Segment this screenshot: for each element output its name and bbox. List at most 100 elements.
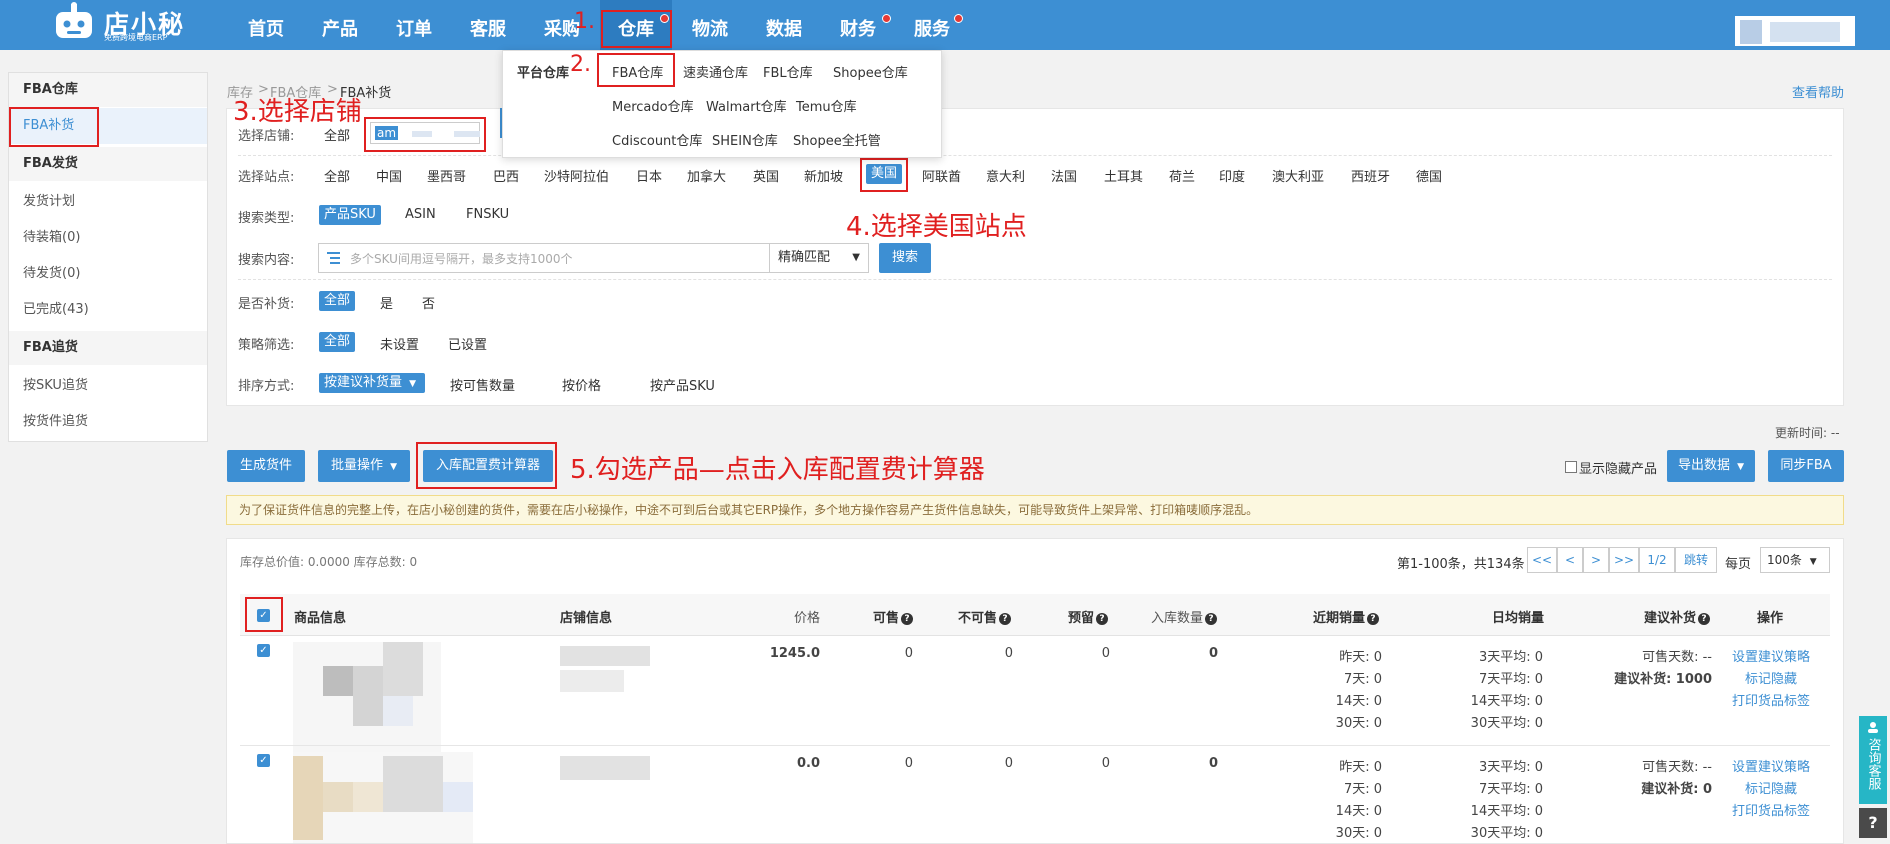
match-mode-select[interactable]: 精确匹配 ▼ bbox=[769, 243, 869, 273]
site-option-uk[interactable]: 英国 bbox=[753, 166, 779, 185]
page-first-button[interactable]: << bbox=[1527, 547, 1557, 573]
sidebar-item-completed[interactable]: 已完成(43) bbox=[9, 292, 207, 328]
help-icon[interactable]: ? bbox=[1698, 613, 1711, 625]
col-recent-sales[interactable]: 近期销量? bbox=[1313, 607, 1380, 626]
sidebar-item-to-pack[interactable]: 待装箱(0) bbox=[9, 220, 207, 256]
page-last-button[interactable]: >> bbox=[1609, 547, 1639, 573]
nav-data[interactable]: 数据 bbox=[756, 0, 812, 50]
site-option-uae[interactable]: 阿联酋 bbox=[922, 166, 961, 185]
strategy-option-set[interactable]: 已设置 bbox=[448, 334, 487, 353]
search-type-fnsku[interactable]: FNSKU bbox=[466, 207, 509, 222]
print-label-link[interactable]: 打印货品标签 bbox=[1732, 800, 1810, 819]
col-reserved[interactable]: 预留? bbox=[1068, 607, 1109, 626]
site-option-spain[interactable]: 西班牙 bbox=[1351, 166, 1390, 185]
mark-hidden-link[interactable]: 标记隐藏 bbox=[1745, 668, 1797, 687]
export-data-button[interactable]: 导出数据 ▼ bbox=[1667, 450, 1755, 482]
site-option-france[interactable]: 法国 bbox=[1051, 166, 1077, 185]
search-button[interactable]: 搜索 bbox=[879, 243, 931, 273]
col-inbound[interactable]: 入库数量? bbox=[1151, 607, 1218, 626]
site-option-china[interactable]: 中国 bbox=[376, 166, 402, 185]
nav-service[interactable]: 客服 bbox=[460, 0, 516, 50]
col-price[interactable]: 价格 bbox=[794, 607, 820, 626]
nav-finance[interactable]: 财务 bbox=[830, 0, 886, 50]
per-page-select[interactable]: 100条 ▼ bbox=[1760, 547, 1830, 573]
help-icon[interactable]: ? bbox=[901, 613, 914, 625]
sort-option-suggest[interactable]: 按建议补货量 ▼ bbox=[319, 373, 425, 393]
print-label-link[interactable]: 打印货品标签 bbox=[1732, 690, 1810, 709]
unsellable-cell: 0 bbox=[1004, 646, 1013, 661]
site-option-india[interactable]: 印度 bbox=[1219, 166, 1245, 185]
search-type-sku[interactable]: 产品SKU bbox=[319, 205, 381, 225]
menu-shopee-full-managed[interactable]: Shopee全托管 bbox=[793, 130, 881, 149]
menu-walmart-warehouse[interactable]: Walmart仓库 bbox=[706, 96, 787, 115]
help-float-button[interactable]: ? bbox=[1859, 808, 1887, 838]
help-icon[interactable]: ? bbox=[1096, 613, 1109, 625]
menu-shein-warehouse[interactable]: SHEIN仓库 bbox=[712, 130, 778, 149]
page-prev-button[interactable]: < bbox=[1557, 547, 1583, 573]
batch-operation-button[interactable]: 批量操作 ▼ bbox=[318, 450, 410, 482]
site-option-australia[interactable]: 澳大利亚 bbox=[1272, 166, 1324, 185]
generate-shipment-button[interactable]: 生成货件 bbox=[227, 450, 305, 482]
menu-shopee-warehouse[interactable]: Shopee仓库 bbox=[833, 62, 908, 81]
col-sellable[interactable]: 可售? bbox=[873, 607, 914, 626]
col-unsellable[interactable]: 不可售? bbox=[958, 607, 1012, 626]
site-option-all[interactable]: 全部 bbox=[324, 166, 350, 185]
mark-hidden-link[interactable]: 标记隐藏 bbox=[1745, 778, 1797, 797]
sort-option-sku[interactable]: 按产品SKU bbox=[650, 375, 715, 394]
help-icon[interactable]: ? bbox=[1205, 613, 1218, 625]
help-icon[interactable]: ? bbox=[999, 613, 1012, 625]
nav-order[interactable]: 订单 bbox=[386, 0, 442, 50]
replenish-option-yes[interactable]: 是 bbox=[380, 293, 393, 312]
help-link[interactable]: 查看帮助 bbox=[1792, 82, 1844, 101]
row-checkbox[interactable]: ✓ bbox=[257, 754, 270, 767]
sidebar-item-track-by-shipment[interactable]: 按货件追货 bbox=[9, 404, 207, 440]
sort-option-price[interactable]: 按价格 bbox=[562, 375, 601, 394]
consult-service-button[interactable]: 咨询客服 bbox=[1859, 716, 1887, 804]
sort-option-sellable[interactable]: 按可售数量 bbox=[450, 375, 515, 394]
set-strategy-link[interactable]: 设置建议策略 bbox=[1732, 756, 1810, 775]
site-option-germany[interactable]: 德国 bbox=[1416, 166, 1442, 185]
nav-home[interactable]: 首页 bbox=[238, 0, 294, 50]
replenish-option-no[interactable]: 否 bbox=[422, 293, 435, 312]
product-image-blurred[interactable] bbox=[293, 752, 473, 844]
search-type-asin[interactable]: ASIN bbox=[405, 207, 436, 222]
row-checkbox[interactable]: ✓ bbox=[257, 644, 270, 657]
set-strategy-link[interactable]: 设置建议策略 bbox=[1732, 646, 1810, 665]
help-icon[interactable]: ? bbox=[1367, 613, 1380, 625]
site-option-netherlands[interactable]: 荷兰 bbox=[1169, 166, 1195, 185]
page-indicator[interactable]: 1/2 bbox=[1639, 547, 1675, 573]
strategy-option-unset[interactable]: 未设置 bbox=[380, 334, 419, 353]
menu-cdiscount-warehouse[interactable]: Cdiscount仓库 bbox=[612, 130, 702, 149]
menu-temu-warehouse[interactable]: Temu仓库 bbox=[796, 96, 857, 115]
col-suggest-replenish[interactable]: 建议补货? bbox=[1644, 607, 1711, 626]
replenish-option-all[interactable]: 全部 bbox=[319, 291, 356, 311]
show-hidden-label[interactable]: 显示隐藏产品 bbox=[1579, 458, 1657, 477]
nav-services[interactable]: 服务 bbox=[904, 0, 960, 50]
menu-fbl-warehouse[interactable]: FBL仓库 bbox=[763, 62, 813, 81]
site-option-japan[interactable]: 日本 bbox=[636, 166, 662, 185]
sidebar-item-shipping-plan[interactable]: 发货计划 bbox=[9, 184, 207, 220]
sidebar-item-to-ship[interactable]: 待发货(0) bbox=[9, 256, 207, 292]
menu-mercado-warehouse[interactable]: Mercado仓库 bbox=[612, 96, 694, 115]
menu-aliexpress-warehouse[interactable]: 速卖通仓库 bbox=[683, 62, 748, 81]
product-image-blurred[interactable] bbox=[293, 642, 441, 752]
page-jump-button[interactable]: 跳转 bbox=[1675, 547, 1717, 573]
site-option-singapore[interactable]: 新加坡 bbox=[804, 166, 843, 185]
site-option-saudi[interactable]: 沙特阿拉伯 bbox=[544, 166, 609, 185]
site-option-canada[interactable]: 加拿大 bbox=[687, 166, 726, 185]
sidebar-section-fba-tracking: FBA追货 bbox=[9, 331, 207, 365]
site-option-brazil[interactable]: 巴西 bbox=[493, 166, 519, 185]
sidebar-item-track-by-sku[interactable]: 按SKU追货 bbox=[9, 368, 207, 404]
strategy-option-all[interactable]: 全部 bbox=[319, 332, 356, 352]
col-daily-sales[interactable]: 日均销量 bbox=[1492, 607, 1544, 626]
page-next-button[interactable]: > bbox=[1583, 547, 1609, 573]
site-option-italy[interactable]: 意大利 bbox=[986, 166, 1025, 185]
sync-fba-button[interactable]: 同步FBA bbox=[1768, 450, 1844, 482]
annotation-step-3: 3.选择店铺 bbox=[233, 97, 362, 127]
show-hidden-checkbox[interactable] bbox=[1565, 461, 1577, 473]
nav-product[interactable]: 产品 bbox=[312, 0, 368, 50]
nav-logistics[interactable]: 物流 bbox=[682, 0, 738, 50]
site-option-turkey[interactable]: 土耳其 bbox=[1104, 166, 1143, 185]
site-option-mexico[interactable]: 墨西哥 bbox=[427, 166, 466, 185]
shop-option-all[interactable]: 全部 bbox=[324, 125, 350, 144]
